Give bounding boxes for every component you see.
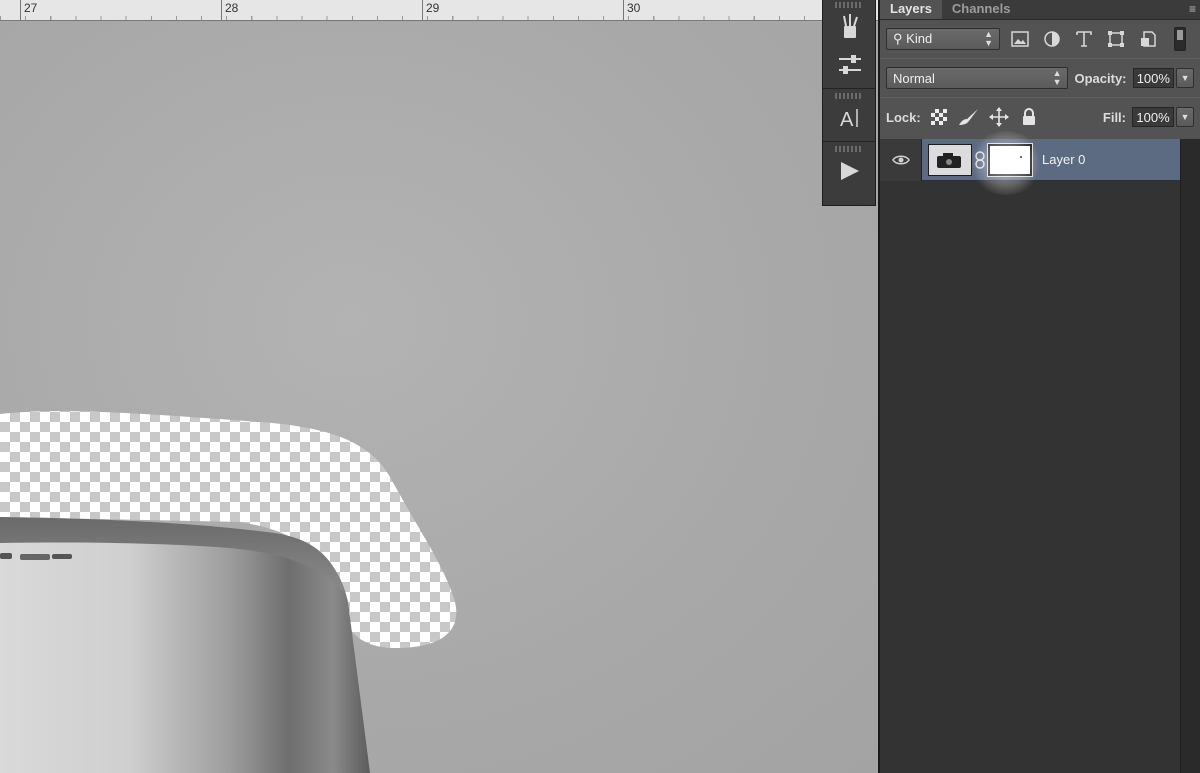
tool-separator <box>823 141 875 142</box>
panel-menu-icon[interactable]: ≡ <box>1189 2 1196 16</box>
search-icon: ⚲ <box>893 31 903 46</box>
blend-row: Normal ▲ ▼ Opacity: 100% ▼ <box>880 59 1200 97</box>
fill-slider-button[interactable]: ▼ <box>1176 107 1194 127</box>
opacity-label: Opacity: <box>1074 70 1127 86</box>
dropdown-arrows-icon: ▲ ▼ <box>984 29 993 48</box>
mask-link-icon[interactable] <box>972 150 988 169</box>
ruler-label: 29 <box>426 1 440 15</box>
shape-filter-icon[interactable] <box>1104 27 1128 51</box>
ruler-label: 27 <box>24 1 38 15</box>
fill-input[interactable]: 100% <box>1132 107 1174 127</box>
layer-row[interactable]: Layer 0 <box>880 131 1182 195</box>
fill-label: Fill: <box>1102 109 1126 125</box>
lock-label: Lock: <box>886 109 921 125</box>
lock-all-icon[interactable] <box>1017 106 1041 128</box>
tab-layers[interactable]: Layers <box>880 0 942 19</box>
layers-scrollbar[interactable] <box>1180 139 1200 773</box>
ruler-tick <box>20 0 21 21</box>
ruler-tick <box>623 0 624 21</box>
opacity-input[interactable]: 100% <box>1132 68 1175 88</box>
adjustment-sliders-icon[interactable] <box>823 46 877 84</box>
eye-visibility-icon[interactable] <box>880 138 922 181</box>
horizontal-ruler[interactable]: 27 28 29 30 <box>0 0 878 21</box>
dropdown-arrows-icon: ▲ ▼ <box>1052 68 1062 87</box>
blend-mode-dropdown[interactable]: Normal ▲ ▼ <box>886 67 1069 89</box>
layers-panel: Layers Channels ≡ ⚲ Kind ▲ ▼ Normal ▲ ▼ … <box>878 0 1200 773</box>
tab-channels[interactable]: Channels <box>942 0 1021 19</box>
kind-label-wrap: ⚲ Kind <box>893 31 932 47</box>
smart-object-filter-icon[interactable] <box>1136 27 1160 51</box>
ruler-label: 28 <box>225 1 239 15</box>
layer-name[interactable]: Layer 0 <box>1042 152 1085 167</box>
ruler-tick <box>422 0 423 21</box>
ruler-label: 30 <box>627 1 641 15</box>
layers-list[interactable]: Layer 0 <box>880 131 1182 773</box>
filter-toggle-switch[interactable] <box>1174 27 1186 51</box>
adjustment-filter-icon[interactable] <box>1040 27 1064 51</box>
document-canvas-area[interactable]: 27 28 29 30 <box>0 0 878 773</box>
layer-mask-thumbnail[interactable] <box>987 142 1033 177</box>
lock-transparent-icon[interactable] <box>927 106 951 128</box>
kind-label: Kind <box>906 31 933 46</box>
layer-thumbnail[interactable] <box>928 143 972 176</box>
type-filter-icon[interactable] <box>1072 27 1096 51</box>
lock-position-icon[interactable] <box>987 106 1011 128</box>
play-action-icon[interactable] <box>823 152 877 190</box>
panel-grip[interactable] <box>835 93 863 99</box>
panel-grip[interactable] <box>835 146 863 152</box>
canvas-artwork <box>0 411 457 773</box>
character-type-icon[interactable]: A <box>823 99 877 137</box>
tool-separator <box>823 88 875 89</box>
layer-filter-row: ⚲ Kind ▲ ▼ <box>880 20 1200 58</box>
panel-grip[interactable] <box>835 2 863 8</box>
lock-row: Lock: Fill: 100% ▼ <box>880 98 1200 136</box>
ruler-tick <box>221 0 222 21</box>
brush-preset-icon[interactable] <box>823 8 877 46</box>
lock-image-icon[interactable] <box>957 106 981 128</box>
svg-text:A: A <box>840 109 854 130</box>
image-filter-icon[interactable] <box>1008 27 1032 51</box>
panel-tab-bar: Layers Channels ≡ <box>880 0 1200 20</box>
filter-kind-dropdown[interactable]: ⚲ Kind ▲ ▼ <box>886 28 1000 50</box>
opacity-slider-button[interactable]: ▼ <box>1176 68 1194 88</box>
canvas-image[interactable] <box>0 22 878 773</box>
tool-panel-strip: A <box>822 0 876 206</box>
blend-mode-value: Normal <box>893 70 935 86</box>
